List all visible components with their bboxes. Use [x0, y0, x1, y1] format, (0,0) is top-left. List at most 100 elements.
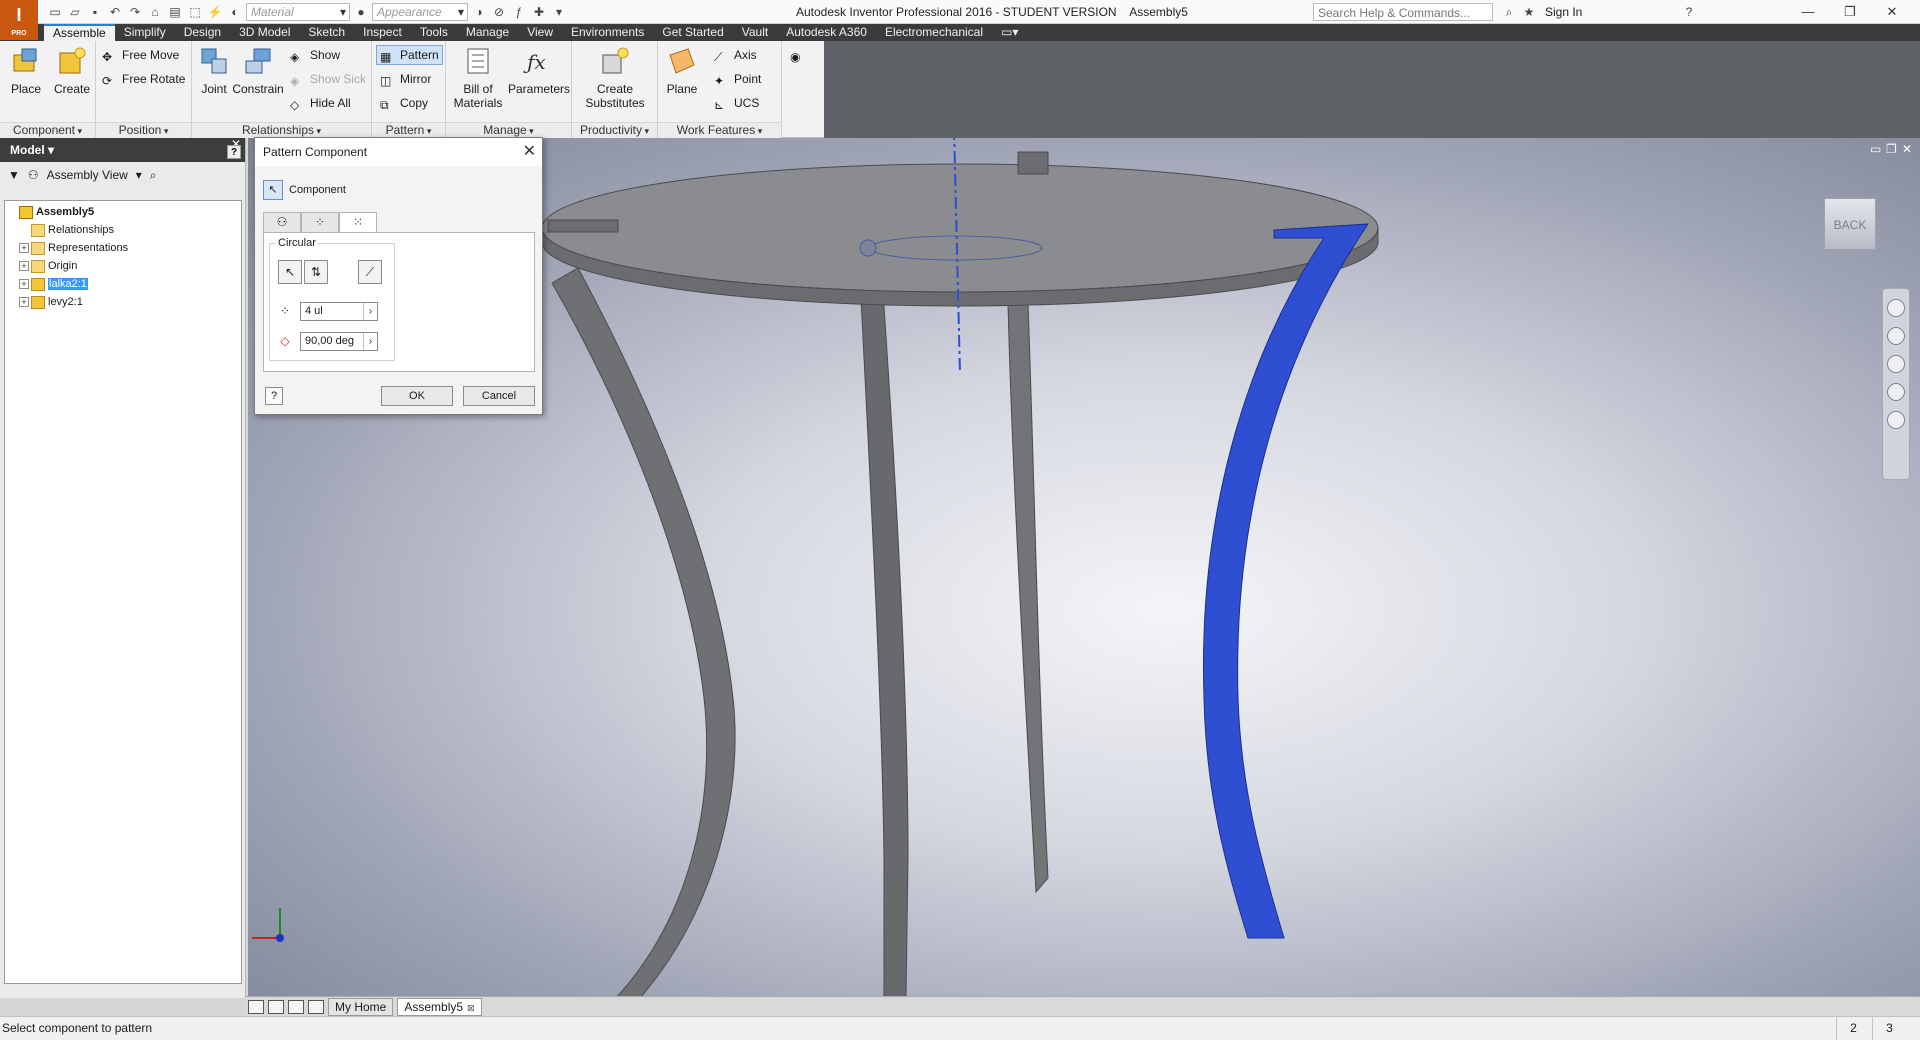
close-window-button[interactable]: ✕: [1872, 2, 1912, 22]
ribbon-display-icon[interactable]: ▭▾: [992, 24, 1027, 41]
show-sick-button[interactable]: ◈ Show Sick: [290, 69, 366, 89]
pan-icon[interactable]: [1887, 327, 1905, 345]
panel-label-position[interactable]: Position: [96, 122, 191, 138]
tab-view[interactable]: View: [518, 24, 562, 41]
expand-icon[interactable]: +: [19, 279, 29, 289]
zoom-icon[interactable]: [1887, 355, 1905, 373]
mirror-button[interactable]: ◫ Mirror: [380, 69, 431, 89]
browser-title[interactable]: Model: [10, 143, 45, 157]
update-icon[interactable]: ⚡: [206, 3, 224, 21]
tab-associative-icon[interactable]: ⚇: [263, 212, 301, 232]
axis-button[interactable]: ⟋ Axis: [714, 45, 757, 65]
vertical-layout-icon[interactable]: [288, 999, 304, 1014]
sign-in-button[interactable]: Sign In: [1545, 5, 1582, 19]
tab-inspect[interactable]: Inspect: [354, 24, 411, 41]
customize-icon[interactable]: ▾: [550, 3, 568, 21]
tree-item[interactable]: + lalka2:1: [5, 275, 241, 293]
create-substitutes-button[interactable]: Create Substitutes: [576, 45, 654, 110]
create-button[interactable]: Create: [52, 45, 92, 96]
help-icon[interactable]: ?: [1680, 3, 1698, 21]
tabletop[interactable]: [541, 163, 1379, 293]
search-input[interactable]: Search Help & Commands...: [1313, 3, 1493, 21]
show-button[interactable]: ◈ Show: [290, 45, 340, 65]
tile-icon[interactable]: [248, 999, 264, 1014]
select-icon[interactable]: ⬚: [186, 3, 204, 21]
back-leg[interactable]: [1007, 302, 1049, 894]
viewport-minimize-icon[interactable]: ▭: [1870, 142, 1881, 156]
tab-vault[interactable]: Vault: [733, 24, 777, 41]
viewport-restore-icon[interactable]: ❐: [1886, 142, 1897, 156]
minimize-button[interactable]: —: [1788, 2, 1828, 22]
tab-manage[interactable]: Manage: [457, 24, 518, 41]
dialog-help-button[interactable]: ?: [265, 387, 283, 405]
left-leg[interactable]: [551, 267, 736, 996]
steering-wheel-icon[interactable]: [1887, 299, 1905, 317]
panel-label-component[interactable]: Component: [0, 122, 95, 138]
look-at-icon[interactable]: [1887, 411, 1905, 429]
color-icon[interactable]: ◐: [226, 3, 244, 21]
constrain-button[interactable]: Constrain: [232, 45, 284, 96]
component-selector[interactable]: ↖ Component: [263, 180, 346, 200]
cancel-button[interactable]: Cancel: [463, 386, 535, 406]
app-logo-button[interactable]: I PRO: [0, 0, 38, 40]
view-dropdown-icon[interactable]: ▾: [136, 168, 142, 182]
axis-pick-icon[interactable]: ⟋: [358, 260, 382, 284]
point-button[interactable]: ✦ Point: [714, 69, 761, 89]
tab-rectangular-icon[interactable]: ⁘: [301, 212, 339, 232]
view-cube[interactable]: BACK: [1824, 198, 1876, 250]
dialog-title-bar[interactable]: Pattern Component ✕: [255, 138, 542, 166]
filter-icon[interactable]: ▼: [8, 168, 20, 182]
open-icon[interactable]: ▱: [66, 3, 84, 21]
tree-item[interactable]: Relationships: [5, 221, 241, 239]
free-move-button[interactable]: ✥ Free Move: [102, 45, 179, 65]
pattern-button[interactable]: ▦ Pattern: [376, 45, 443, 65]
tab-get-started[interactable]: Get Started: [653, 24, 732, 41]
copy-button[interactable]: ⧉ Copy: [380, 93, 428, 113]
free-rotate-button[interactable]: ⟳ Free Rotate: [102, 69, 185, 89]
appearance-icon[interactable]: ●: [352, 3, 370, 21]
tab-environments[interactable]: Environments: [562, 24, 653, 41]
chevron-down-icon[interactable]: ▾: [45, 143, 54, 157]
tab-circular-icon[interactable]: ⁙: [339, 212, 377, 232]
function-icon[interactable]: ƒ: [510, 3, 528, 21]
select-arrow-icon[interactable]: ↖: [263, 180, 283, 200]
tree-item[interactable]: + levy2:1: [5, 293, 241, 311]
undo-icon[interactable]: ↶: [106, 3, 124, 21]
tab-3d-model[interactable]: 3D Model: [230, 24, 299, 41]
highlighted-leg[interactable]: [1203, 223, 1369, 939]
redo-icon[interactable]: ↷: [126, 3, 144, 21]
maximize-button[interactable]: ❐: [1830, 2, 1870, 22]
panel-label-manage[interactable]: Manage: [446, 122, 571, 138]
viewport-close-icon[interactable]: ✕: [1902, 142, 1912, 156]
home-icon[interactable]: ⌂: [146, 3, 164, 21]
tab-tools[interactable]: Tools: [411, 24, 457, 41]
clear-appearance-icon[interactable]: ⊘: [490, 3, 508, 21]
joint-button[interactable]: Joint: [196, 45, 232, 96]
tab-autodesk-a360[interactable]: Autodesk A360: [777, 24, 876, 41]
expand-icon[interactable]: +: [19, 261, 29, 271]
tab-sketch[interactable]: Sketch: [299, 24, 354, 41]
find-icon[interactable]: ⌕: [150, 168, 157, 183]
plane-button[interactable]: Plane: [662, 45, 702, 96]
count-arrow-icon[interactable]: ›: [363, 303, 377, 320]
tab-my-home[interactable]: My Home: [328, 997, 394, 1016]
star-icon[interactable]: ★: [1520, 3, 1538, 21]
dialog-close-icon[interactable]: ✕: [523, 138, 536, 166]
binoculars-icon[interactable]: ⌕: [1500, 3, 1518, 21]
expand-icon[interactable]: +: [19, 297, 29, 307]
tab-assembly5[interactable]: Assembly5 ⊠: [397, 997, 482, 1016]
angle-arrow-icon[interactable]: ›: [363, 333, 377, 350]
tab-design[interactable]: Design: [175, 24, 230, 41]
close-tab-icon[interactable]: ⊠: [467, 1003, 475, 1013]
panel-label-productivity[interactable]: Productivity: [572, 122, 657, 138]
angle-field[interactable]: 90,00 deg ›: [300, 332, 378, 351]
panel-label-relationships[interactable]: Relationships: [192, 122, 371, 138]
orbit-icon[interactable]: [1887, 383, 1905, 401]
bill-of-materials-button[interactable]: Bill of Materials: [450, 45, 506, 110]
parameters-button[interactable]: ƒx Parameters: [508, 45, 570, 96]
rotation-axis-select-icon[interactable]: ↖: [278, 260, 302, 284]
project-icon[interactable]: ▤: [166, 3, 184, 21]
horizontal-layout-icon[interactable]: [308, 999, 324, 1014]
tab-assemble[interactable]: Assemble: [44, 24, 115, 41]
hide-all-button[interactable]: ◇ Hide All: [290, 93, 351, 113]
